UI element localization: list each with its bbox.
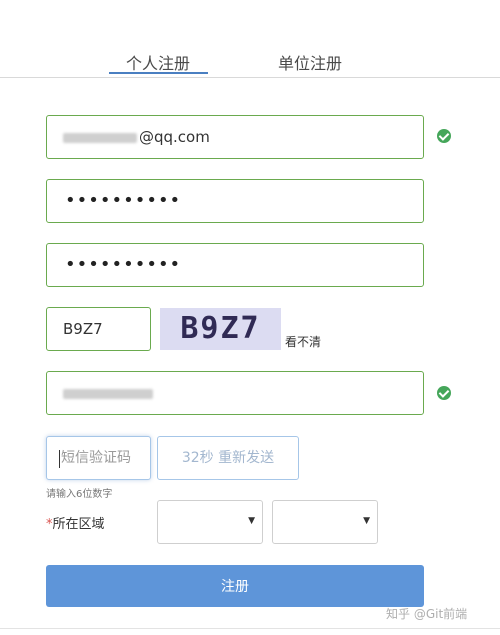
resend-sms-button[interactable]: 32秒 重新发送 <box>157 436 299 480</box>
tab-personal-registration[interactable]: 个人注册 <box>126 50 190 74</box>
phone-field[interactable] <box>46 371 424 415</box>
sms-code-input[interactable] <box>47 437 150 479</box>
caret-down-icon: ▼ <box>248 516 255 526</box>
check-icon <box>437 129 451 143</box>
captcha-field[interactable]: B9Z7 <box>46 307 151 351</box>
email-field[interactable]: @qq.com <box>46 115 424 159</box>
bottom-divider <box>0 628 500 629</box>
captcha-image[interactable]: B9Z7 <box>160 308 281 350</box>
text-cursor <box>59 450 60 468</box>
redacted-text <box>63 132 137 143</box>
caret-down-icon: ▼ <box>363 516 370 526</box>
active-tab-indicator <box>109 72 208 74</box>
province-select[interactable]: ▼ <box>157 500 263 544</box>
region-label: *所在区域 <box>46 517 105 532</box>
redacted-text <box>63 388 153 399</box>
password-field[interactable]: •••••••••• <box>46 179 424 223</box>
city-select[interactable]: ▼ <box>272 500 378 544</box>
confirm-password-value: •••••••••• <box>65 254 182 275</box>
captcha-value: B9Z7 <box>63 320 103 338</box>
sms-hint: 请输入6位数字 <box>46 489 113 500</box>
sms-code-field[interactable] <box>46 436 151 480</box>
confirm-password-field[interactable]: •••••••••• <box>46 243 424 287</box>
captcha-refresh-link[interactable]: 看不清 <box>285 333 321 350</box>
email-value: @qq.com <box>63 128 210 146</box>
register-button[interactable]: 注册 <box>46 565 424 607</box>
captcha-image-text: B9Z7 <box>180 311 261 346</box>
check-icon <box>437 386 451 400</box>
password-value: •••••••••• <box>65 190 182 211</box>
tab-unit-registration[interactable]: 单位注册 <box>278 50 342 74</box>
phone-value <box>63 384 155 402</box>
watermark: 知乎 @Git前端 <box>386 607 468 621</box>
tabs-divider <box>0 77 500 78</box>
